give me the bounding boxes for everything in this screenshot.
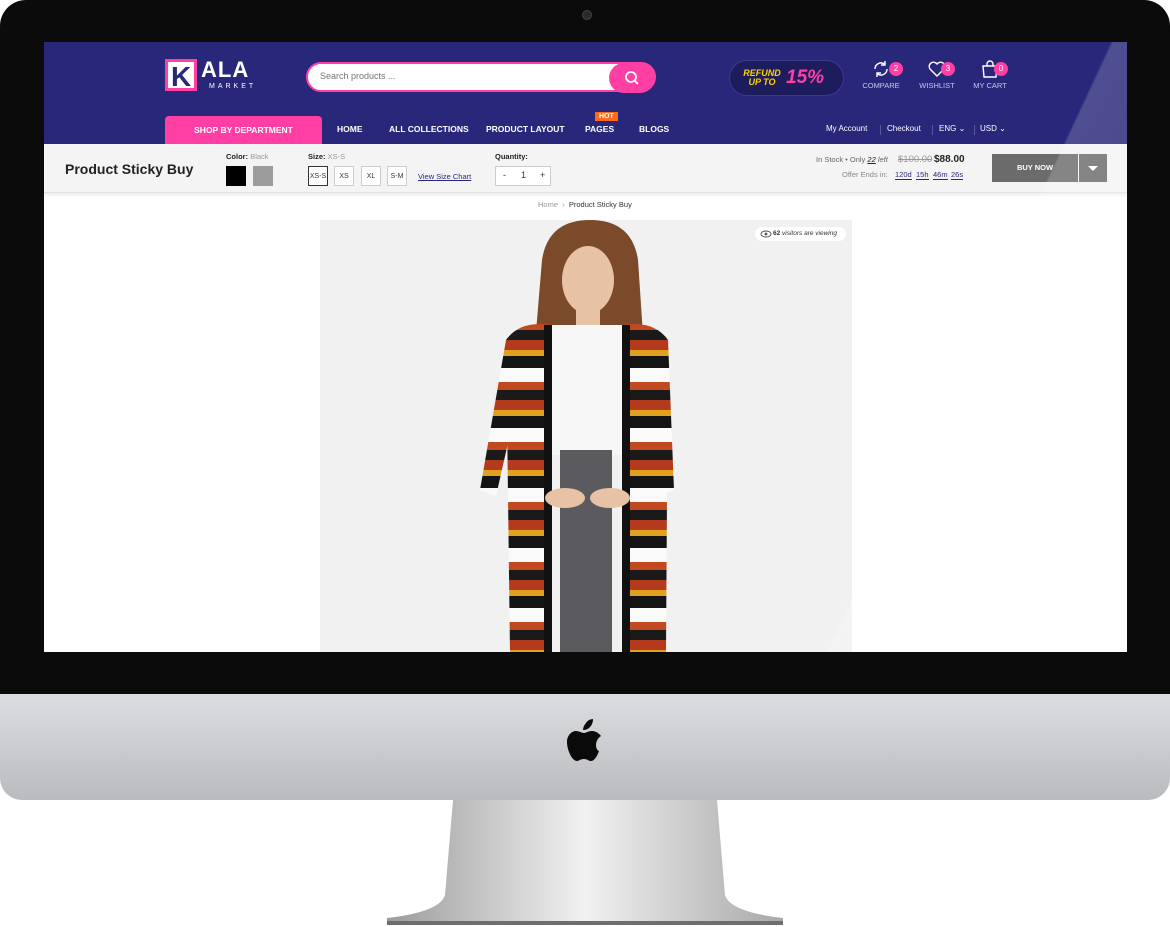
stock-status: In Stock • Only 22 left: [816, 155, 888, 164]
visitors-count: 62: [773, 230, 781, 237]
chevron-down-icon: ⌄: [958, 124, 966, 133]
cart-label: MY CART: [973, 81, 1007, 90]
site-logo[interactable]: K ALA MARKET: [165, 57, 253, 92]
compare-label: COMPARE: [862, 81, 900, 90]
timer-minutes: 46m: [933, 170, 948, 180]
main-nav: SHOP BY DEPARTMENT HOME ALL COLLECTIONS …: [44, 116, 1127, 144]
nav-product-layout[interactable]: PRODUCT LAYOUT: [486, 124, 565, 134]
nav-all-collections[interactable]: ALL COLLECTIONS: [389, 124, 469, 134]
browser-screen: K ALA MARKET REFUNDUP TO 15% 2 COMPARE: [44, 42, 1127, 652]
wishlist-link[interactable]: 3 WISHLIST: [907, 60, 967, 90]
old-price: $100.00: [898, 154, 933, 165]
size-option-s-m[interactable]: S-M: [387, 166, 407, 186]
nav-blogs[interactable]: BLOGS: [639, 124, 669, 134]
size-value: XS-S: [327, 152, 346, 161]
shop-by-department-button[interactable]: SHOP BY DEPARTMENT: [165, 116, 322, 144]
quantity-increase-button[interactable]: +: [540, 170, 545, 180]
color-swatch-grey[interactable]: [253, 166, 273, 186]
cart-link[interactable]: 0 MY CART: [960, 60, 1020, 90]
product-photo: [320, 220, 852, 652]
quantity-value[interactable]: 1: [521, 170, 526, 180]
my-account-link[interactable]: My Account: [826, 124, 867, 133]
size-option-xs[interactable]: XS: [334, 166, 354, 186]
compare-link[interactable]: 2 COMPARE: [851, 60, 911, 90]
search-button[interactable]: [609, 63, 655, 93]
nav-divider: [880, 125, 881, 135]
breadcrumb-current: Product Sticky Buy: [568, 200, 632, 209]
wishlist-count-badge: 3: [941, 62, 955, 76]
product-image[interactable]: [320, 220, 852, 652]
caret-down-icon: [1088, 166, 1098, 171]
view-size-chart-link[interactable]: View Size Chart: [418, 172, 471, 181]
offer-ends-label: Offer Ends in:: [842, 170, 888, 179]
timer-seconds: 26s: [951, 170, 964, 180]
quantity-label: Quantity:: [495, 152, 528, 161]
stock-count: 22: [867, 155, 876, 164]
currency-value: USD: [980, 124, 997, 133]
visitors-viewing-badge: 62 visitors are viewing: [755, 227, 846, 241]
breadcrumb-home[interactable]: Home: [538, 200, 558, 209]
size-option-xl[interactable]: XL: [361, 166, 381, 186]
compare-count-badge: 2: [889, 62, 903, 76]
refund-promo-banner[interactable]: REFUND UP TO 15%: [729, 60, 844, 96]
checkout-link[interactable]: Checkout: [887, 124, 921, 133]
nav-divider: [932, 125, 933, 135]
visitors-text: visitors are viewing: [782, 230, 837, 237]
sale-price: $88.00: [934, 154, 965, 165]
size-label: Size: XS-S: [308, 152, 346, 161]
color-value: Black: [250, 152, 269, 161]
product-title: Product Sticky Buy: [65, 161, 194, 177]
logo-mark: K: [165, 59, 197, 92]
monitor-stand: [387, 800, 783, 925]
chevron-right-icon: ›: [560, 200, 567, 209]
hot-badge: HOT: [595, 112, 618, 121]
currency-select[interactable]: USD ⌄: [980, 124, 1006, 133]
search-bar: [306, 62, 656, 93]
camera-icon: [582, 10, 592, 20]
language-select[interactable]: ENG ⌄: [939, 124, 965, 133]
language-value: ENG: [939, 124, 957, 133]
sticky-buy-bar: Product Sticky Buy Color: Black Size: XS…: [44, 144, 1127, 193]
quantity-stepper: - 1 +: [495, 166, 551, 186]
timer-hours: 15h: [916, 170, 929, 180]
logo-word: ALA: [201, 57, 250, 82]
nav-pages[interactable]: PAGES: [585, 124, 614, 134]
compare-icon: [874, 61, 888, 77]
site-header: K ALA MARKET REFUNDUP TO 15% 2 COMPARE: [44, 42, 1127, 144]
nav-divider: [974, 125, 975, 135]
apple-logo-icon: [567, 719, 601, 761]
search-input[interactable]: [318, 70, 602, 82]
chevron-down-icon: ⌄: [999, 124, 1006, 133]
nav-home[interactable]: HOME: [337, 124, 363, 134]
size-option-xs-s[interactable]: XS-S: [308, 166, 328, 186]
wishlist-label: WISHLIST: [919, 81, 955, 90]
breadcrumb: Home › Product Sticky Buy: [538, 200, 632, 209]
cart-count-badge: 0: [994, 62, 1008, 76]
quantity-decrease-button[interactable]: -: [503, 170, 506, 180]
logo-letter: K: [171, 61, 192, 92]
color-label: Color: Black: [226, 152, 269, 161]
promo-percent: 15%: [786, 67, 825, 88]
buy-options-dropdown[interactable]: [1079, 154, 1107, 182]
logo-subtext: MARKET: [209, 83, 257, 90]
timer-days: 120d: [895, 170, 912, 180]
eye-icon: [760, 230, 772, 238]
buy-now-button[interactable]: BUY NOW: [992, 154, 1078, 182]
search-icon: [625, 71, 639, 85]
promo-text: REFUND UP TO: [743, 68, 781, 87]
color-swatch-black[interactable]: [226, 166, 246, 186]
